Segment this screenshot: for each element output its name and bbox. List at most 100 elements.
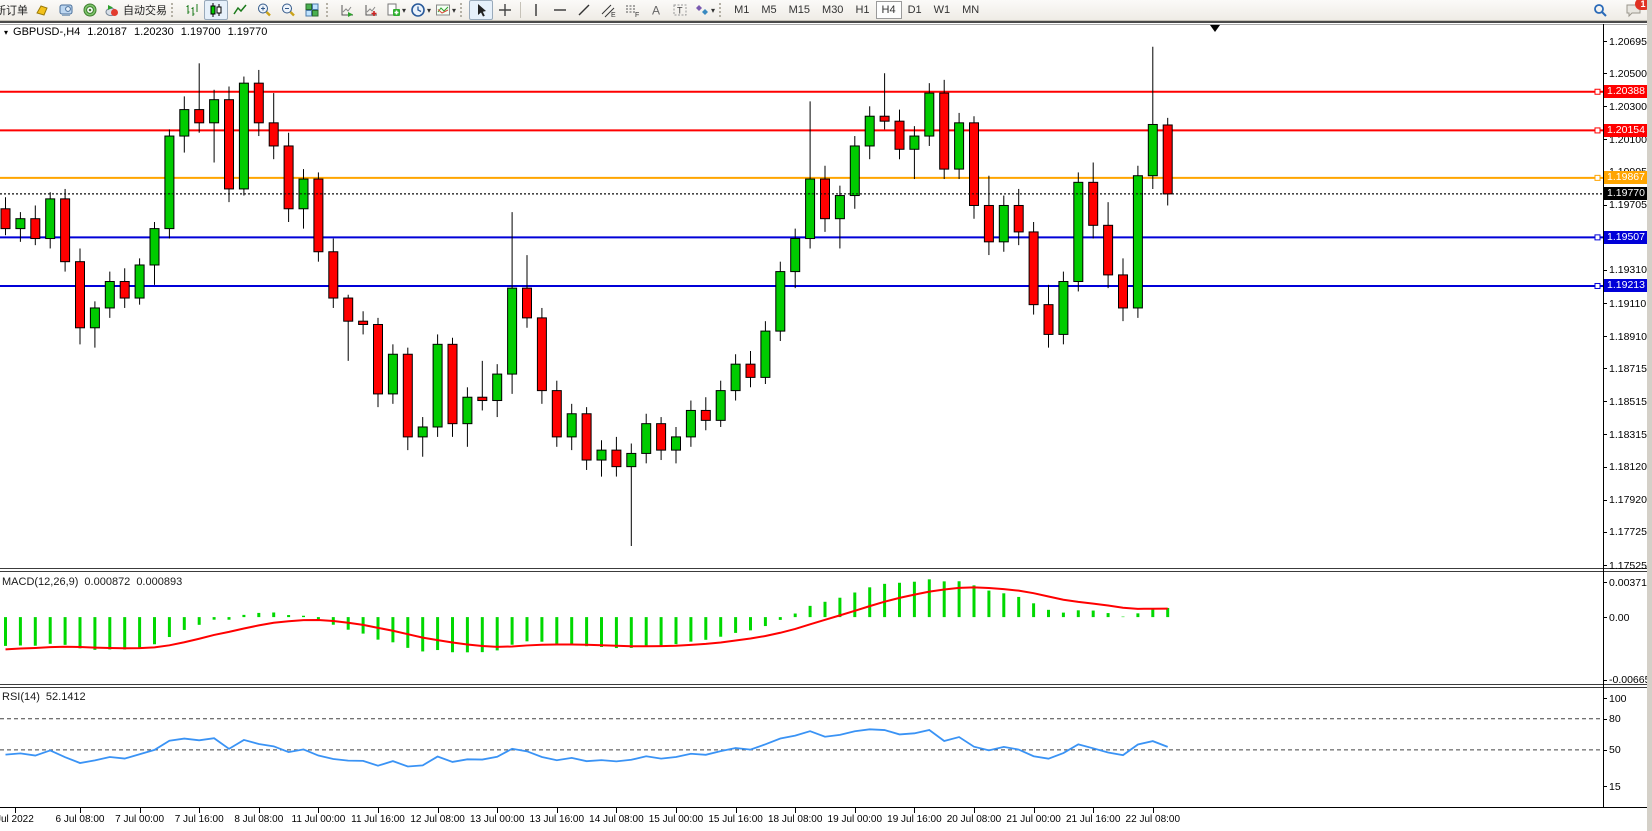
- hline-anchor[interactable]: [1595, 175, 1600, 180]
- price-tick-label: 1.19705: [1609, 199, 1647, 211]
- candle: [1163, 118, 1172, 206]
- hline-anchor[interactable]: [1595, 89, 1600, 94]
- time-tick-mark: [140, 807, 141, 813]
- price-tick-label: 1.20300: [1609, 101, 1647, 113]
- candle: [761, 321, 770, 384]
- candle: [76, 248, 85, 344]
- time-tick-mark: [497, 807, 498, 813]
- candle: [180, 96, 189, 152]
- candle: [642, 414, 651, 464]
- candle: [925, 83, 934, 146]
- time-tick-mark: [557, 807, 558, 813]
- candle: [1029, 222, 1038, 315]
- time-tick-mark: [15, 807, 16, 813]
- hline-anchor[interactable]: [1595, 283, 1600, 288]
- candle: [195, 63, 204, 132]
- time-tick-label: 15 Jul 00:00: [649, 814, 704, 825]
- price-tick-mark: [1603, 336, 1607, 337]
- time-tick-mark: [1153, 807, 1154, 813]
- time-tick-label: 22 Jul 08:00: [1126, 814, 1181, 825]
- candle: [269, 93, 278, 159]
- time-tick-label: 21 Jul 00:00: [1006, 814, 1061, 825]
- time-tick-mark: [199, 807, 200, 813]
- candle: [359, 311, 368, 334]
- candle: [46, 192, 55, 248]
- candle: [821, 166, 830, 232]
- time-tick-label: 19 Jul 16:00: [887, 814, 942, 825]
- candle: [90, 301, 99, 347]
- candle: [567, 404, 576, 450]
- time-tick-mark: [438, 807, 439, 813]
- rsi-tick-mark: [1603, 698, 1607, 699]
- price-tick-mark: [1603, 565, 1607, 566]
- hline-anchor[interactable]: [1595, 128, 1600, 133]
- price-tick-label: 1.19310: [1609, 264, 1647, 276]
- candle: [865, 106, 874, 159]
- time-tick-mark: [1093, 807, 1094, 813]
- rsi-line: [6, 729, 1168, 766]
- time-tick-mark: [616, 807, 617, 813]
- candle: [582, 407, 591, 470]
- candle: [1059, 272, 1068, 345]
- candle: [612, 437, 621, 477]
- candle: [508, 212, 517, 394]
- candle: [388, 344, 397, 404]
- macd-tick-mark: [1603, 680, 1607, 681]
- time-tick-mark: [795, 807, 796, 813]
- candle: [999, 196, 1008, 252]
- price-tick-mark: [1603, 500, 1607, 501]
- price-tick-mark: [1603, 205, 1607, 206]
- candle: [806, 101, 815, 248]
- price-tick-mark: [1603, 467, 1607, 468]
- price-tick-label: 1.18715: [1609, 363, 1647, 375]
- chart-canvas[interactable]: [0, 0, 1652, 831]
- candle: [1089, 162, 1098, 238]
- candle: [970, 116, 979, 218]
- candle: [239, 77, 248, 196]
- candle: [463, 387, 472, 447]
- candle: [746, 351, 755, 387]
- price-tick-mark: [1603, 139, 1607, 140]
- candle: [1148, 47, 1157, 189]
- hline-anchor[interactable]: [1595, 235, 1600, 240]
- macd-tick-mark: [1603, 582, 1607, 583]
- candle: [955, 113, 964, 179]
- time-tick-mark: [974, 807, 975, 813]
- mt4-window: 新订单 自动交易: [0, 0, 1652, 831]
- candle: [448, 338, 457, 437]
- candle: [597, 440, 606, 476]
- candle: [105, 272, 114, 318]
- candle: [225, 86, 234, 202]
- time-tick-label: 6 Jul 08:00: [56, 814, 105, 825]
- candle: [165, 129, 174, 238]
- candle: [61, 189, 70, 272]
- price-tick-label: 1.18910: [1609, 331, 1647, 343]
- time-tick-label: 20 Jul 08:00: [947, 814, 1002, 825]
- candle: [1104, 202, 1113, 288]
- time-tick-label: 8 Jul 08:00: [234, 814, 283, 825]
- candle: [1119, 258, 1128, 321]
- candle: [552, 381, 561, 447]
- candle: [701, 397, 710, 430]
- price-tick-mark: [1603, 41, 1607, 42]
- macd-tick-mark: [1603, 617, 1607, 618]
- time-tick-label: 12 Jul 08:00: [410, 814, 465, 825]
- rsi-tick-label: 80: [1609, 713, 1621, 725]
- window-edge: [1647, 0, 1652, 831]
- price-tick-label: 1.18515: [1609, 396, 1647, 408]
- candle: [1133, 166, 1142, 318]
- time-tick-label: 13 Jul 16:00: [530, 814, 585, 825]
- candle: [254, 70, 263, 136]
- price-tick-label: 1.18315: [1609, 429, 1647, 441]
- candle: [31, 205, 40, 245]
- candle: [850, 136, 859, 209]
- macd-tick-label: 0.00: [1609, 612, 1629, 624]
- candle: [657, 417, 666, 460]
- time-tick-label: 13 Jul 00:00: [470, 814, 525, 825]
- time-tick-label: 18 Jul 08:00: [768, 814, 823, 825]
- price-tick-label: 1.20695: [1609, 36, 1647, 48]
- price-tick-label: 1.17525: [1609, 560, 1647, 572]
- price-tick-mark: [1603, 106, 1607, 107]
- rsi-tick-mark: [1603, 719, 1607, 720]
- price-badge: 1.19213: [1604, 279, 1648, 292]
